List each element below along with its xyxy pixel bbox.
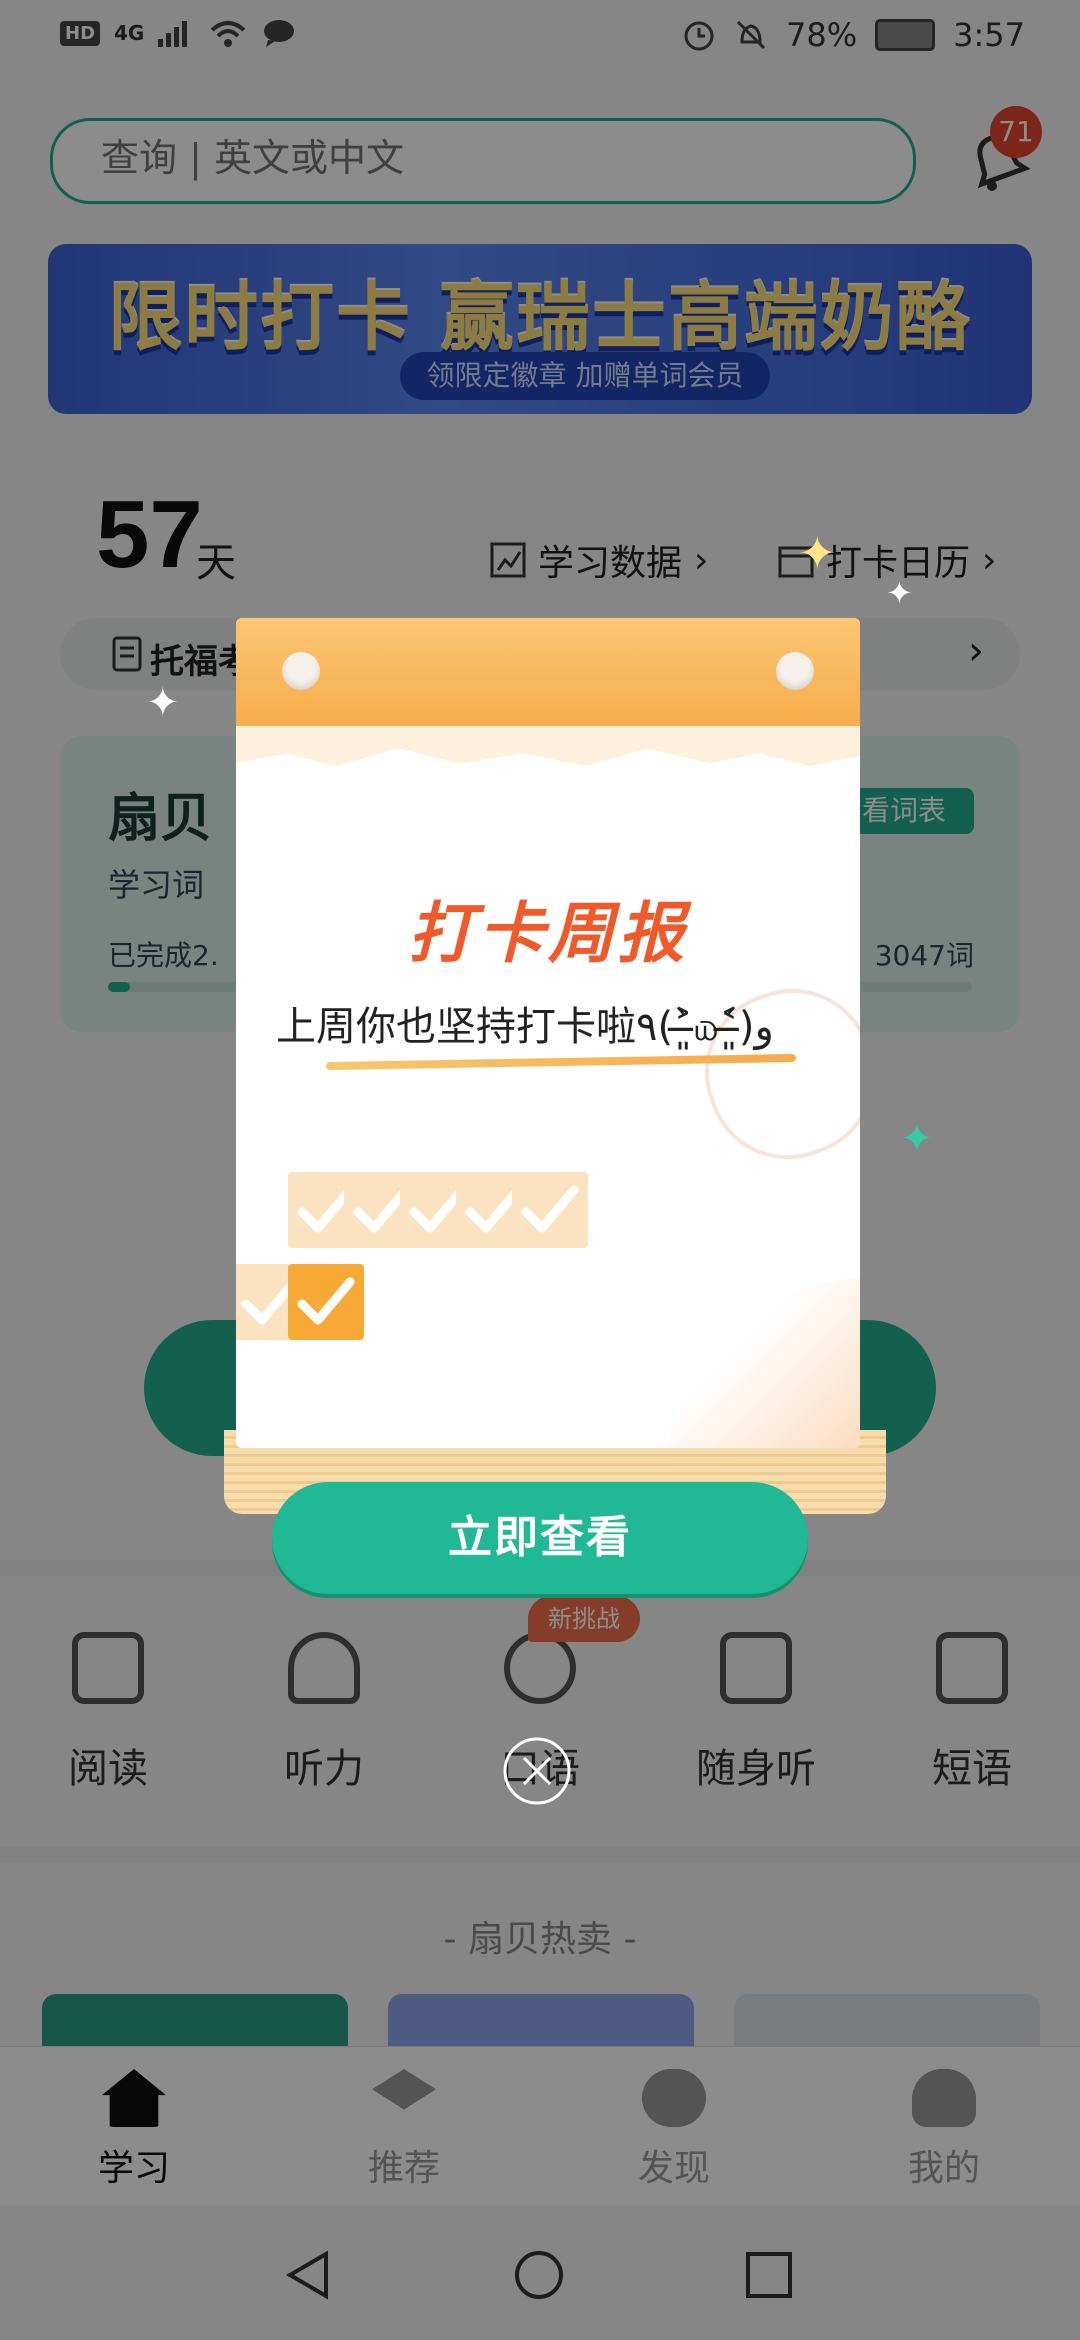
sparkle-icon: ✦: [146, 680, 180, 726]
sparkle-icon: ✦: [798, 526, 837, 580]
popup-title: 打卡周报: [408, 895, 688, 972]
calendar-ring: [282, 652, 320, 690]
popup-subtitle: 上周你也坚持打卡啦٩(˃̶͈̀௰˂̶͈́)و: [276, 1004, 774, 1050]
check-icon: [521, 1185, 579, 1233]
checkin-today: [288, 1264, 364, 1340]
torn-paper-edge: [236, 726, 860, 766]
close-icon[interactable]: [502, 1736, 572, 1806]
weekly-report-popup: 打卡周报 上周你也坚持打卡啦٩(˃̶͈̀௰˂̶͈́)و: [236, 618, 860, 1448]
page-curl: [666, 1278, 860, 1448]
check-icon: [297, 1277, 355, 1325]
view-now-button[interactable]: 立即查看: [272, 1482, 808, 1594]
calendar-ring: [776, 652, 814, 690]
sparkle-icon: ✦: [900, 1116, 934, 1162]
calendar-header: [236, 618, 860, 726]
sparkle-icon: ✦: [886, 574, 913, 612]
checkin-day: [512, 1172, 588, 1248]
